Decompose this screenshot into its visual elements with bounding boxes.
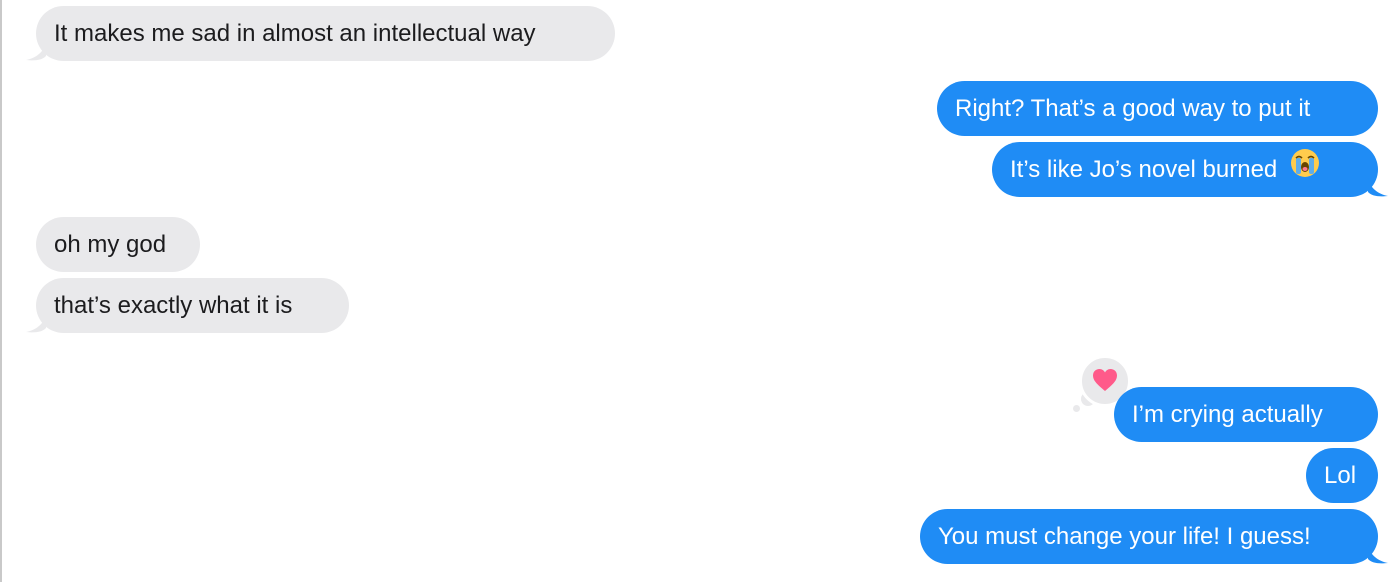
message-bubble-sent[interactable]: Right? That’s a good way to put it — [937, 81, 1378, 136]
bubble-tail — [1368, 545, 1388, 564]
message-bubble-received[interactable]: oh my god — [36, 217, 200, 272]
message-thread: It makes me sad in almost an intellectua… — [0, 0, 1398, 582]
message-bubble-sent[interactable]: It’s like Jo’s novel burned — [992, 142, 1378, 197]
message-text: It’s like Jo’s novel burned — [1010, 156, 1278, 183]
message-bubble-sent[interactable]: I’m crying actually — [1114, 387, 1378, 442]
message-bubble-received[interactable]: It makes me sad in almost an intellectua… — [36, 6, 615, 61]
message-text: You must change your life! I guess! — [938, 523, 1311, 550]
message-bubble-sent[interactable]: Lol — [1306, 448, 1378, 503]
message-text: Right? That’s a good way to put it — [955, 95, 1311, 122]
message-text: I’m crying actually — [1132, 401, 1323, 428]
message-text: It makes me sad in almost an intellectua… — [54, 20, 536, 47]
crying-face-icon — [1290, 143, 1320, 198]
message-text: Lol — [1324, 462, 1357, 489]
bubble-tail — [26, 314, 46, 333]
heart-icon — [1093, 369, 1117, 391]
bubble-tail — [1368, 178, 1388, 197]
message-bubble-sent[interactable]: You must change your life! I guess! — [920, 509, 1378, 564]
message-bubble-received[interactable]: that’s exactly what it is — [36, 278, 349, 333]
tapback-dot — [1073, 405, 1080, 412]
message-text: that’s exactly what it is — [54, 292, 293, 319]
message-text: oh my god — [54, 231, 167, 258]
bubble-tail — [26, 42, 46, 61]
